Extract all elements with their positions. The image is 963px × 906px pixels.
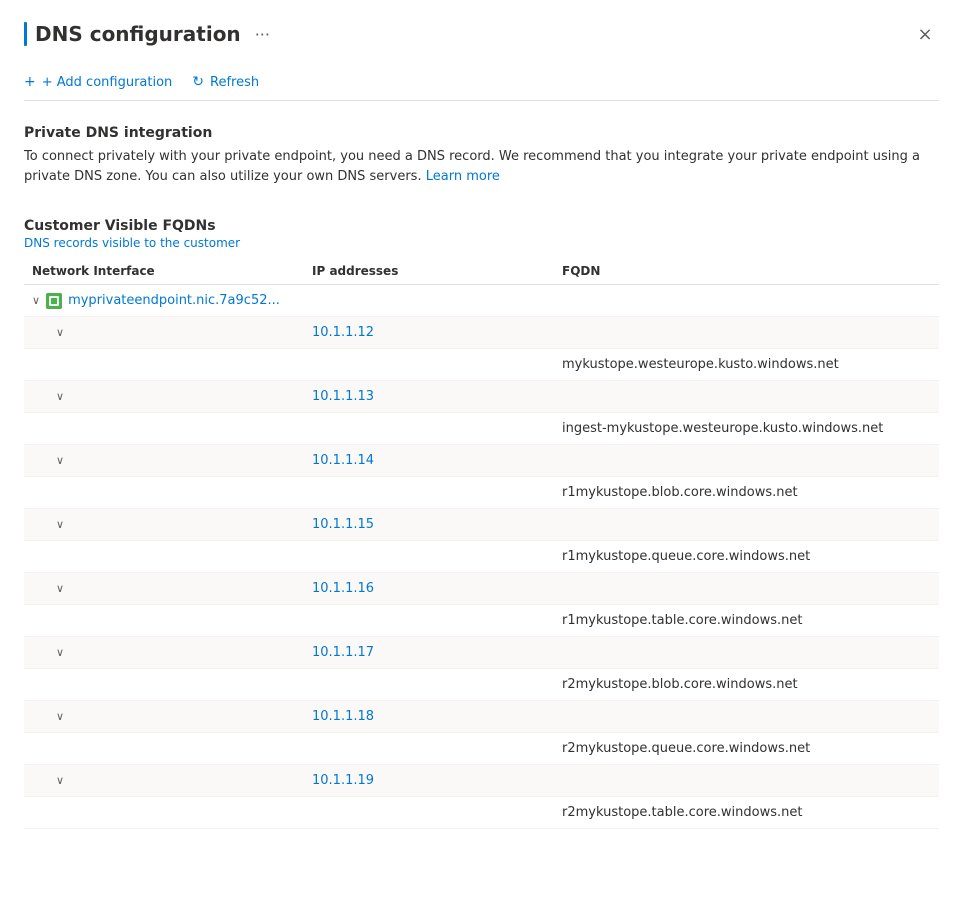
- ip-row-nic-cell: ∨: [32, 326, 312, 339]
- ip-row-chevron[interactable]: ∨: [56, 774, 64, 787]
- fqdn-value-cell: r1mykustope.queue.core.windows.net: [562, 549, 931, 564]
- table-row: ∨ 10.1.1.15: [24, 509, 939, 541]
- nic-icon: [46, 293, 62, 309]
- table-row: ∨ 10.1.1.14: [24, 445, 939, 477]
- header-left: DNS configuration ···: [24, 22, 276, 46]
- toolbar: + + Add configuration ↻ Refresh: [24, 64, 939, 101]
- ip-row-chevron[interactable]: ∨: [56, 710, 64, 723]
- ip-address-cell: 10.1.1.15: [312, 517, 562, 532]
- ip-row-nic-cell: ∨: [32, 710, 312, 723]
- nic-collapse-chevron[interactable]: ∨: [32, 294, 40, 307]
- refresh-label: Refresh: [210, 75, 259, 90]
- table-row: ∨ 10.1.1.13: [24, 381, 939, 413]
- table-row: ∨ 10.1.1.16: [24, 573, 939, 605]
- refresh-icon: ↻: [192, 74, 204, 90]
- add-icon: +: [24, 74, 36, 90]
- ip-row-chevron[interactable]: ∨: [56, 582, 64, 595]
- header-ip-addresses: IP addresses: [312, 264, 562, 278]
- add-configuration-button[interactable]: + + Add configuration: [24, 74, 172, 90]
- table-row: r1mykustope.blob.core.windows.net: [24, 477, 939, 509]
- ip-address-cell: 10.1.1.16: [312, 581, 562, 596]
- fqdn-section: Customer Visible FQDNs DNS records visib…: [24, 218, 939, 829]
- nic-parent-row: ∨ myprivateendpoint.nic.7a9c52...: [24, 285, 939, 317]
- ip-row-nic-cell: ∨: [32, 774, 312, 787]
- fqdn-value-cell: r2mykustope.blob.core.windows.net: [562, 677, 931, 692]
- private-dns-title: Private DNS integration: [24, 125, 939, 141]
- page-title: DNS configuration: [35, 22, 241, 46]
- table-row: r2mykustope.blob.core.windows.net: [24, 669, 939, 701]
- table-row: ∨ 10.1.1.18: [24, 701, 939, 733]
- ip-row-nic-cell: ∨: [32, 518, 312, 531]
- table-header-row: Network Interface IP addresses FQDN: [24, 258, 939, 285]
- ip-row-nic-cell: ∨: [32, 390, 312, 403]
- title-bar-accent: [24, 22, 27, 46]
- dns-configuration-panel: DNS configuration ··· × + + Add configur…: [0, 0, 963, 906]
- ip-row-chevron[interactable]: ∨: [56, 646, 64, 659]
- table-row: r2mykustope.table.core.windows.net: [24, 797, 939, 829]
- ip-row-nic-cell: ∨: [32, 582, 312, 595]
- header-network-interface: Network Interface: [32, 264, 312, 278]
- panel-header: DNS configuration ··· ×: [24, 20, 939, 48]
- ip-address-cell: 10.1.1.13: [312, 389, 562, 404]
- fqdn-value-cell: ingest-mykustope.westeurope.kusto.window…: [562, 421, 931, 436]
- fqdn-value-cell: mykustope.westeurope.kusto.windows.net: [562, 357, 931, 372]
- header-fqdn: FQDN: [562, 264, 931, 278]
- refresh-button[interactable]: ↻ Refresh: [192, 74, 259, 90]
- fqdn-table: Network Interface IP addresses FQDN ∨ my: [24, 258, 939, 829]
- ip-address-cell: 10.1.1.18: [312, 709, 562, 724]
- add-configuration-label: + Add configuration: [42, 75, 173, 90]
- ip-row-nic-cell: ∨: [32, 646, 312, 659]
- ip-row-chevron[interactable]: ∨: [56, 326, 64, 339]
- private-dns-description: To connect privately with your private e…: [24, 147, 939, 186]
- table-row: ∨ 10.1.1.12: [24, 317, 939, 349]
- table-row: mykustope.westeurope.kusto.windows.net: [24, 349, 939, 381]
- ip-address-cell: 10.1.1.14: [312, 453, 562, 468]
- table-row: r1mykustope.queue.core.windows.net: [24, 541, 939, 573]
- fqdn-value-cell: r1mykustope.blob.core.windows.net: [562, 485, 931, 500]
- fqdn-value-cell: r1mykustope.table.core.windows.net: [562, 613, 931, 628]
- ip-address-cell: 10.1.1.17: [312, 645, 562, 660]
- fqdn-subtitle: DNS records visible to the customer: [24, 236, 939, 250]
- fqdn-value-cell: r2mykustope.table.core.windows.net: [562, 805, 931, 820]
- table-row: ∨ 10.1.1.17: [24, 637, 939, 669]
- ip-row-nic-cell: ∨: [32, 454, 312, 467]
- private-dns-section: Private DNS integration To connect priva…: [24, 125, 939, 186]
- ip-row-chevron[interactable]: ∨: [56, 390, 64, 403]
- learn-more-link[interactable]: Learn more: [426, 169, 500, 184]
- table-row: ingest-mykustope.westeurope.kusto.window…: [24, 413, 939, 445]
- fqdn-value-cell: r2mykustope.queue.core.windows.net: [562, 741, 931, 756]
- table-row: r2mykustope.queue.core.windows.net: [24, 733, 939, 765]
- table-row: r1mykustope.table.core.windows.net: [24, 605, 939, 637]
- close-button[interactable]: ×: [911, 20, 939, 48]
- data-rows-container: ∨ 10.1.1.12 mykustope.westeurope.kusto.w…: [24, 317, 939, 829]
- ellipsis-menu-button[interactable]: ···: [249, 23, 276, 46]
- ip-address-cell: 10.1.1.19: [312, 773, 562, 788]
- table-row: ∨ 10.1.1.19: [24, 765, 939, 797]
- ip-row-chevron[interactable]: ∨: [56, 454, 64, 467]
- fqdn-section-title: Customer Visible FQDNs: [24, 218, 939, 234]
- ip-row-chevron[interactable]: ∨: [56, 518, 64, 531]
- nic-link[interactable]: myprivateendpoint.nic.7a9c52...: [68, 293, 280, 308]
- nic-cell: ∨ myprivateendpoint.nic.7a9c52...: [32, 293, 312, 309]
- ip-address-cell: 10.1.1.12: [312, 325, 562, 340]
